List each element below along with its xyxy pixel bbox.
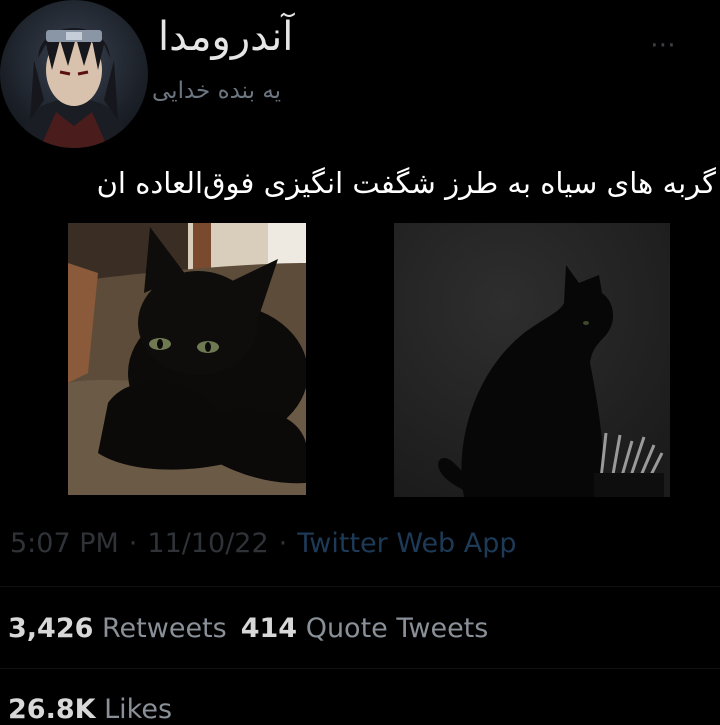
likes-label: Likes: [104, 694, 173, 725]
tweet-date: 11/10/22: [147, 528, 269, 559]
meta-separator: ·: [128, 528, 138, 559]
black-kitten-photo-icon: [68, 223, 306, 495]
meta-separator: ·: [278, 528, 288, 559]
divider: [0, 668, 720, 669]
retweets-label: Retweets: [102, 613, 227, 644]
avatar[interactable]: [0, 0, 148, 148]
tweet-source-link[interactable]: Twitter Web App: [297, 528, 516, 559]
stats-row-retweets: 3,426 Retweets 414 Quote Tweets: [8, 613, 488, 644]
display-name[interactable]: آندرومدا: [158, 14, 293, 60]
tweet-media-silhouette[interactable]: [394, 223, 670, 497]
retweets-stat[interactable]: 3,426 Retweets: [8, 613, 241, 644]
user-handle[interactable]: یه بنده خدایی: [152, 78, 281, 104]
likes-count: 26.8K: [8, 694, 96, 725]
more-options-icon[interactable]: ⋯: [650, 30, 678, 60]
quote-tweets-stat[interactable]: 414 Quote Tweets: [241, 613, 489, 644]
tweet-media-kitten[interactable]: [68, 223, 306, 495]
tweet-meta: 5:07 PM · 11/10/22 · Twitter Web App: [10, 528, 517, 559]
divider: [0, 586, 720, 587]
quote-tweets-label: Quote Tweets: [305, 613, 489, 644]
quote-tweets-count: 414: [240, 613, 298, 644]
stats-row-likes[interactable]: 26.8K Likes: [8, 694, 172, 725]
black-cat-silhouette-photo-icon: [394, 223, 670, 497]
retweets-count: 3,426: [8, 613, 94, 644]
tweet-time: 5:07 PM: [10, 528, 119, 559]
anime-character-avatar-icon: [20, 28, 128, 148]
tweet-text: گربه های سیاه به طرز شگفت انگیزی فوق‌الع…: [96, 166, 716, 200]
